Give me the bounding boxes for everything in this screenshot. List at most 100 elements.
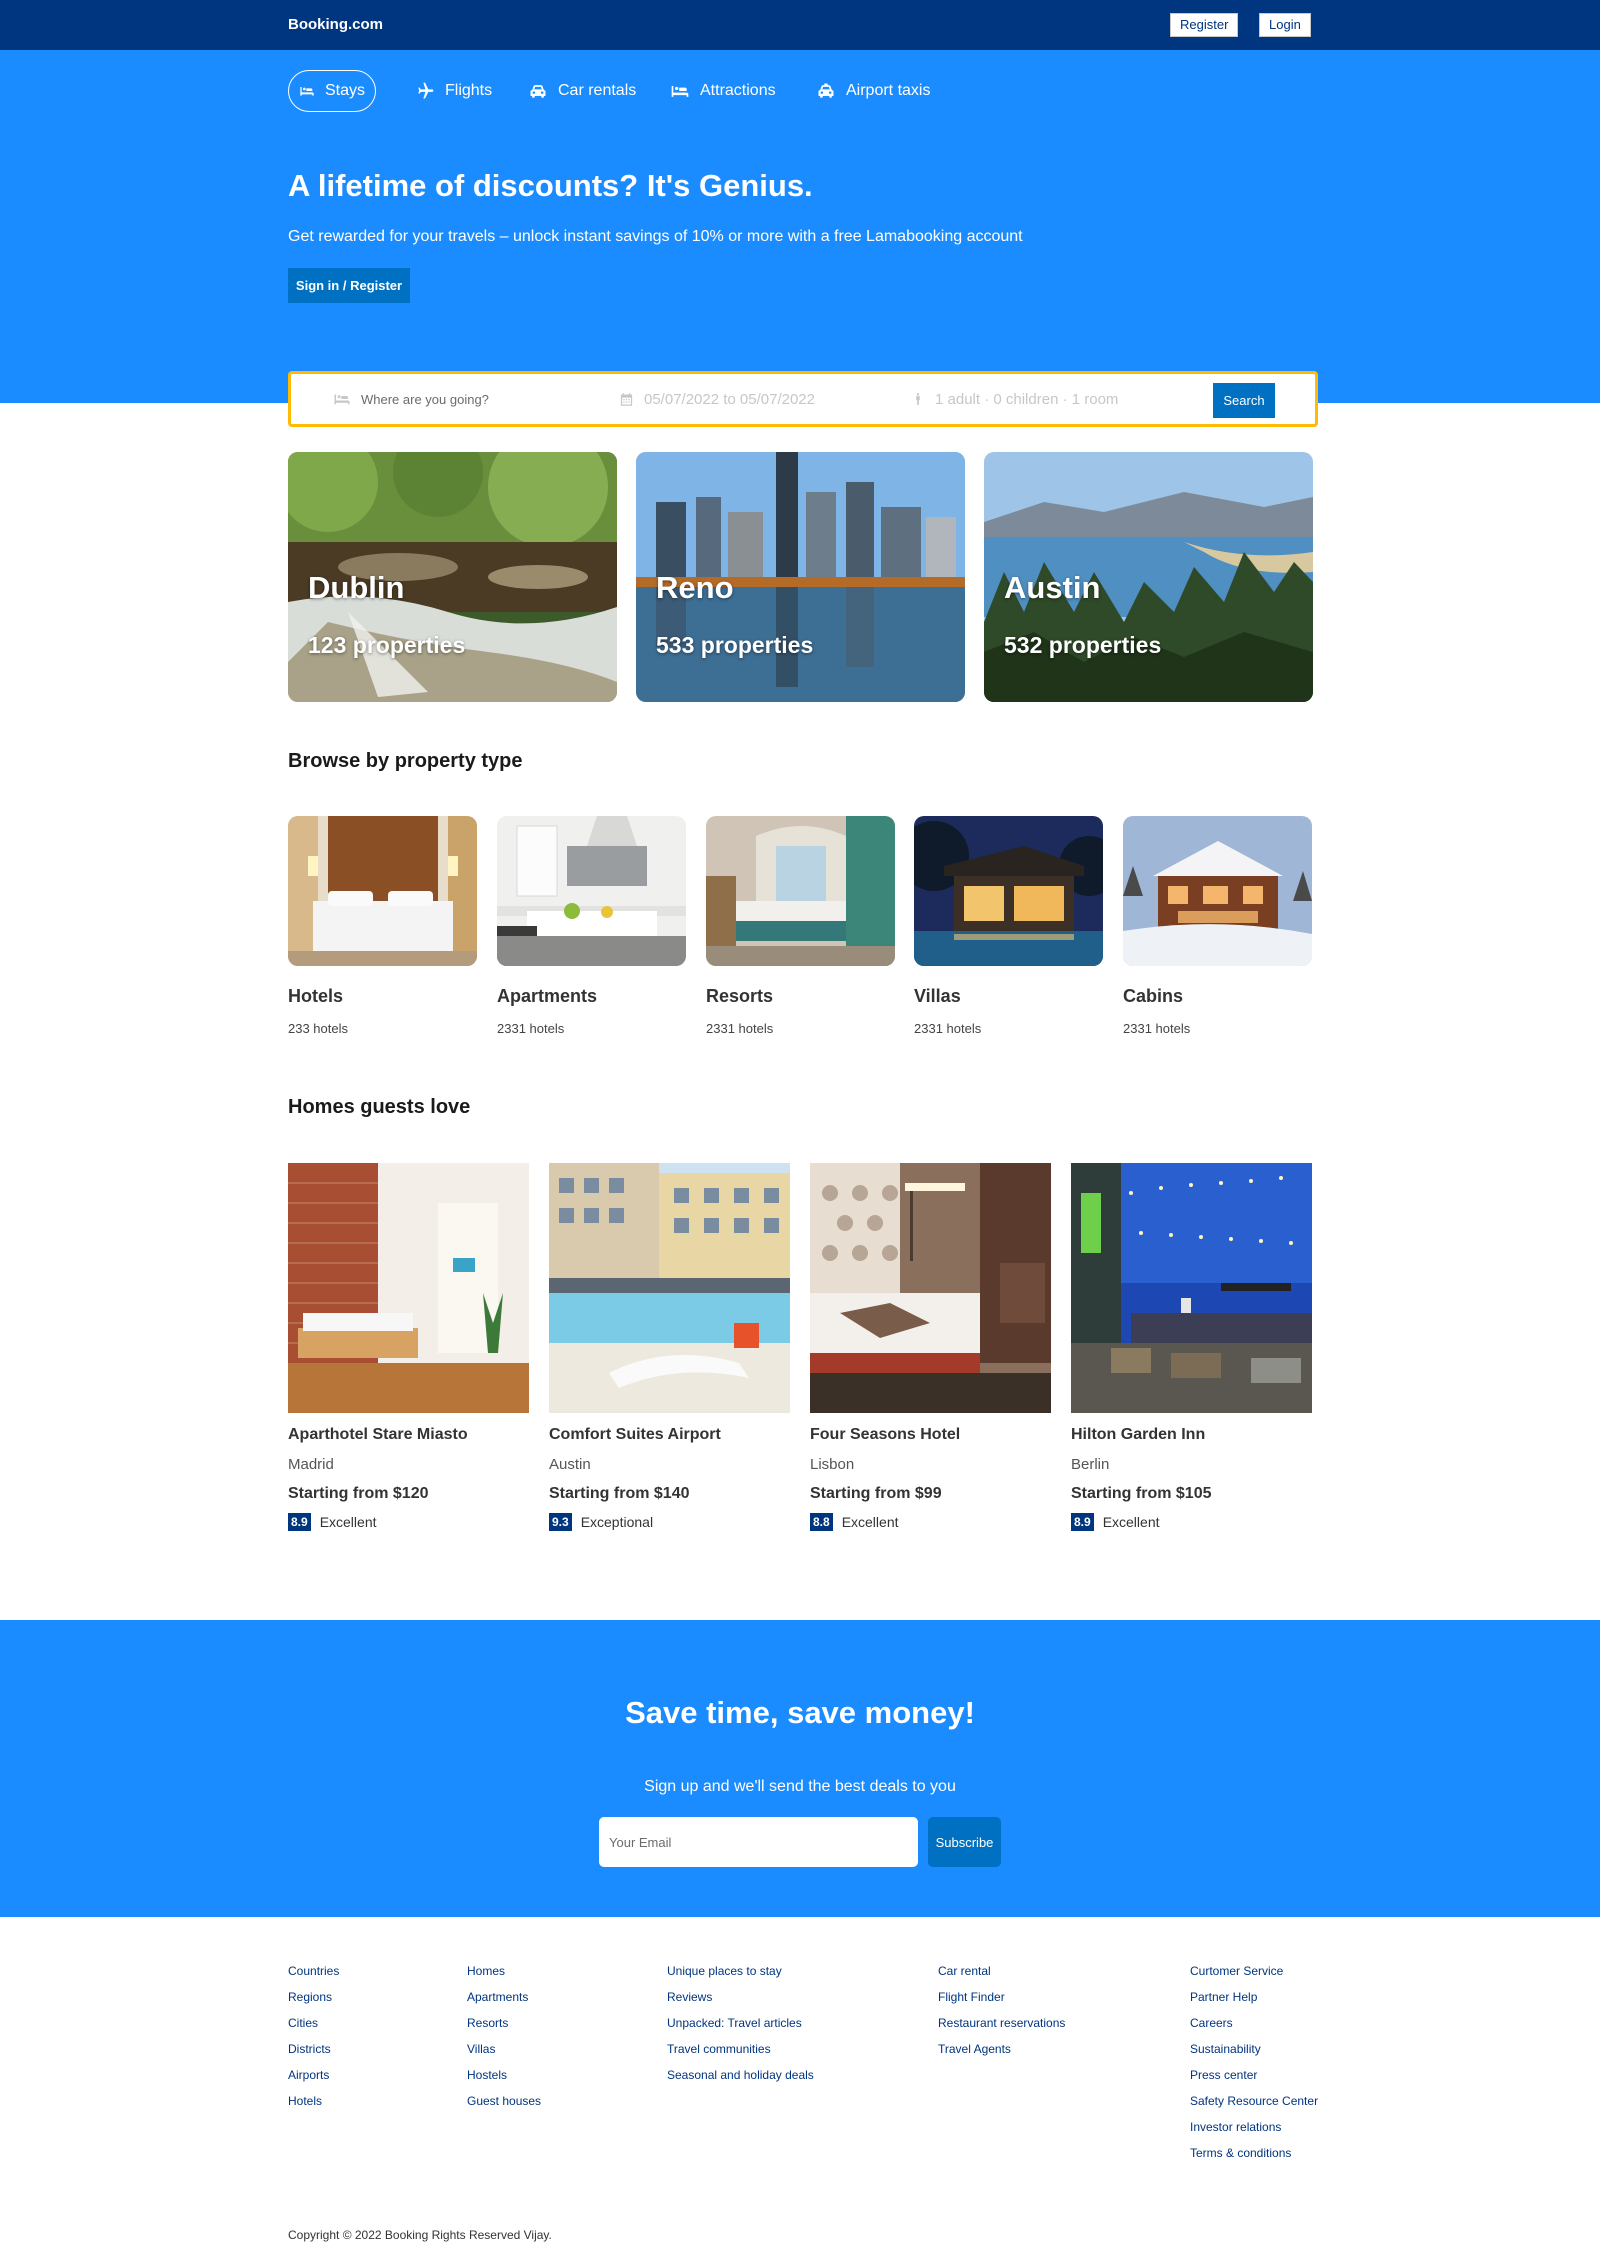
home-price: Starting from $140 — [549, 1485, 690, 1502]
footer-link[interactable]: Apartments — [467, 1984, 541, 2010]
login-button[interactable]: Login — [1259, 13, 1311, 37]
featured-city-name: Dublin — [308, 570, 405, 605]
hero-subtitle: Get rewarded for your travels – unlock i… — [288, 228, 1023, 245]
search-bar: 05/07/2022 to 05/07/2022 1 adult · 0 chi… — [288, 371, 1318, 427]
featured-card-reno[interactable]: Reno 533 properties — [636, 452, 965, 702]
footer-column-3: Unique places to stay Reviews Unpacked: … — [667, 1958, 814, 2088]
footer-link[interactable]: Unpacked: Travel articles — [667, 2010, 814, 2036]
footer-link[interactable]: Hostels — [467, 2062, 541, 2088]
home-card[interactable]: Comfort Suites Airport Austin Starting f… — [549, 1163, 790, 1531]
home-city: Madrid — [288, 1456, 334, 1473]
guests-field[interactable]: 1 adult · 0 children · 1 room — [911, 374, 1118, 424]
bed-icon — [300, 87, 314, 96]
footer-link[interactable]: Homes — [467, 1958, 541, 1984]
footer-link[interactable]: Car rental — [938, 1958, 1065, 1984]
property-type-resorts[interactable]: Resorts 2331 hotels — [706, 816, 895, 1036]
home-name: Hilton Garden Inn — [1071, 1426, 1206, 1443]
home-name: Aparthotel Stare Miasto — [288, 1426, 468, 1443]
footer-link[interactable]: Safety Resource Center — [1190, 2088, 1318, 2114]
footer-column-2: Homes Apartments Resorts Villas Hostels … — [467, 1958, 541, 2114]
home-price: Starting from $120 — [288, 1485, 429, 1502]
newsletter-title: Save time, save money! — [625, 1695, 975, 1730]
home-rating: 9.3 Exceptional — [549, 1513, 790, 1531]
register-button[interactable]: Register — [1170, 13, 1239, 37]
property-type-image — [497, 816, 686, 966]
footer-link[interactable]: Investor relations — [1190, 2114, 1318, 2140]
home-card[interactable]: Aparthotel Stare Miasto Madrid Starting … — [288, 1163, 529, 1531]
featured-city-name: Reno — [656, 570, 734, 605]
property-type-apartments[interactable]: Apartments 2331 hotels — [497, 816, 686, 1036]
property-type-image — [706, 816, 895, 966]
property-type-hotels[interactable]: Hotels 233 hotels — [288, 816, 477, 1036]
property-type-name: Resorts — [706, 986, 774, 1006]
property-type-villas[interactable]: Villas 2331 hotels — [914, 816, 1103, 1036]
search-button[interactable]: Search — [1213, 383, 1275, 418]
nav-tab-airport-taxis[interactable]: Airport taxis — [816, 70, 930, 112]
footer-link[interactable]: Terms & conditions — [1190, 2140, 1318, 2166]
bed-icon — [671, 86, 689, 97]
featured-card-dublin[interactable]: Dublin 123 properties — [288, 452, 617, 702]
footer-link[interactable]: Hotels — [288, 2088, 339, 2114]
home-card[interactable]: Four Seasons Hotel Lisbon Starting from … — [810, 1163, 1051, 1531]
nav-tab-flights[interactable]: Flights — [415, 70, 492, 112]
rating-text: Excellent — [841, 1514, 899, 1530]
nav-tab-stays[interactable]: Stays — [288, 70, 376, 112]
home-image — [810, 1163, 1051, 1413]
property-type-count: 2331 hotels — [497, 1021, 565, 1036]
rating-text: Excellent — [1102, 1514, 1160, 1530]
footer-column-1: Countries Regions Cities Districts Airpo… — [288, 1958, 339, 2114]
home-name: Comfort Suites Airport — [549, 1426, 721, 1443]
property-type-count: 233 hotels — [288, 1021, 348, 1036]
brand-logo[interactable]: Booking.com — [288, 16, 383, 33]
destination-field[interactable] — [333, 374, 581, 424]
nav-tab-car-rentals[interactable]: Car rentals — [528, 70, 636, 112]
footer-link[interactable]: Reviews — [667, 1984, 814, 2010]
footer-link[interactable]: Travel communities — [667, 2036, 814, 2062]
rating-score-badge: 8.9 — [1071, 1513, 1094, 1531]
home-image — [1071, 1163, 1312, 1413]
destination-input[interactable] — [361, 391, 581, 407]
car-icon — [530, 85, 546, 98]
footer-link[interactable]: Unique places to stay — [667, 1958, 814, 1984]
nav-tab-label: Attractions — [700, 82, 776, 99]
hero-title: A lifetime of discounts? It's Genius. — [288, 168, 813, 203]
person-icon — [916, 393, 920, 405]
home-rating: 8.9 Excellent — [1071, 1513, 1312, 1531]
footer-link[interactable]: Restaurant reservations — [938, 2010, 1065, 2036]
copyright-text: Copyright © 2022 Booking Rights Reserved… — [288, 2228, 552, 2242]
footer-link[interactable]: Travel Agents — [938, 2036, 1065, 2062]
featured-card-austin[interactable]: Austin 532 properties — [984, 452, 1313, 702]
footer-link[interactable]: Cities — [288, 2010, 339, 2036]
footer-link[interactable]: Press center — [1190, 2062, 1318, 2088]
footer-link[interactable]: Careers — [1190, 2010, 1318, 2036]
rating-score-badge: 8.8 — [810, 1513, 833, 1531]
featured-property-count: 532 properties — [1004, 632, 1162, 658]
footer-link[interactable]: Guest houses — [467, 2088, 541, 2114]
featured-property-count: 123 properties — [308, 632, 466, 658]
property-type-cabins[interactable]: Cabins 2331 hotels — [1123, 816, 1312, 1036]
taxi-icon — [818, 83, 834, 98]
property-type-name: Apartments — [497, 986, 598, 1006]
sign-in-register-button[interactable]: Sign in / Register — [288, 268, 410, 303]
footer-link[interactable]: Districts — [288, 2036, 339, 2062]
footer-link[interactable]: Seasonal and holiday deals — [667, 2062, 814, 2088]
home-price: Starting from $99 — [810, 1485, 942, 1502]
footer-link[interactable]: Villas — [467, 2036, 541, 2062]
footer-link[interactable]: Partner Help — [1190, 1984, 1318, 2010]
footer-link[interactable]: Regions — [288, 1984, 339, 2010]
footer-link[interactable]: Flight Finder — [938, 1984, 1065, 2010]
top-navbar: Booking.com Register Login — [0, 0, 1600, 50]
footer-link[interactable]: Sustainability — [1190, 2036, 1318, 2062]
subscribe-button[interactable]: Subscribe — [928, 1817, 1001, 1867]
hero-section: Stays Flights Car rentals Attractions Ai… — [0, 50, 1600, 403]
date-field[interactable]: 05/07/2022 to 05/07/2022 — [619, 374, 815, 424]
newsletter-section: Save time, save money! Sign up and we'll… — [0, 1620, 1600, 1917]
home-card[interactable]: Hilton Garden Inn Berlin Starting from $… — [1071, 1163, 1312, 1531]
footer-link[interactable]: Countries — [288, 1958, 339, 1984]
nav-tab-attractions[interactable]: Attractions — [670, 70, 776, 112]
property-type-name: Villas — [914, 986, 961, 1006]
footer-link[interactable]: Resorts — [467, 2010, 541, 2036]
footer-link[interactable]: Airports — [288, 2062, 339, 2088]
email-input[interactable] — [599, 1817, 918, 1867]
footer-link[interactable]: Curtomer Service — [1190, 1958, 1318, 1984]
